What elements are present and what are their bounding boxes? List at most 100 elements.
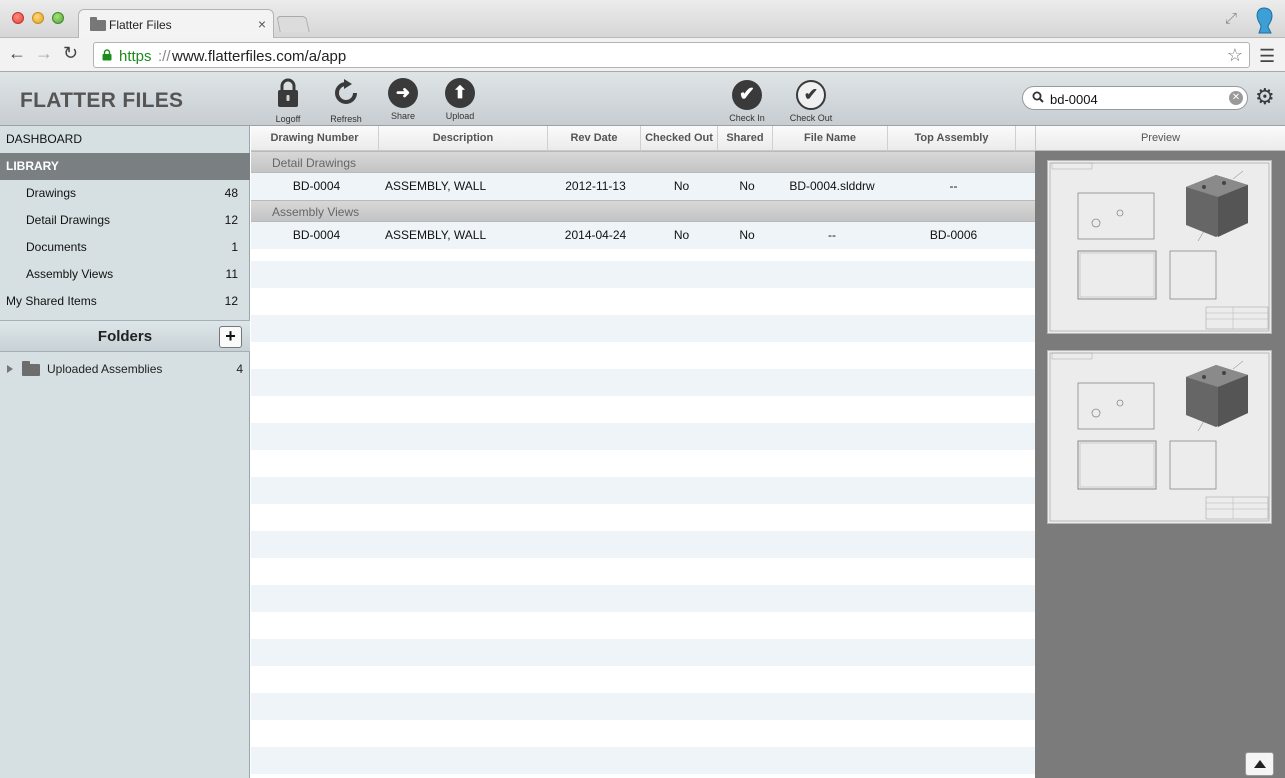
upload-label: Upload xyxy=(445,111,475,121)
new-tab-button[interactable] xyxy=(276,16,310,32)
cell-file-name: BD-0004.slddrw xyxy=(789,179,875,193)
cell-shared: No xyxy=(739,179,755,193)
checkmark-outline-icon: ✔ xyxy=(796,80,826,110)
column-header-description[interactable]: Description xyxy=(379,126,548,151)
cell-drawing-number: BD-0004 xyxy=(292,228,341,242)
sidebar-item-label: Assembly Views xyxy=(26,267,114,281)
group-header-assembly-views[interactable]: Assembly Views xyxy=(251,200,1035,222)
drawing-thumbnail-image xyxy=(1048,351,1271,523)
sidebar-item-drawings[interactable]: Drawings 48 xyxy=(0,180,250,207)
url-path: www.flatterfiles.com/a/app xyxy=(172,48,347,65)
browser-tab[interactable]: Flatter Files × xyxy=(78,9,274,39)
cell-rev-date: 2012-11-13 xyxy=(565,179,626,193)
preview-thumbnail[interactable] xyxy=(1047,160,1272,334)
cell-top-assembly: -- xyxy=(949,179,958,193)
share-label: Share xyxy=(390,111,416,121)
tab-title: Flatter Files xyxy=(109,18,172,32)
group-header-detail-drawings[interactable]: Detail Drawings xyxy=(251,151,1035,173)
sidebar-item-library[interactable]: LIBRARY xyxy=(0,153,250,180)
cell-description: ASSEMBLY, WALL xyxy=(385,179,487,193)
sidebar-item-label: My Shared Items xyxy=(6,294,97,308)
sidebar-item-count: 12 xyxy=(224,294,238,308)
cell-rev-date: 2014-04-24 xyxy=(564,228,627,242)
drawings-table: Drawing Number Description Rev Date Chec… xyxy=(251,126,1035,778)
checkmark-icon: ✔ xyxy=(732,80,762,110)
check-out-button[interactable]: ✔ Check Out xyxy=(786,80,836,123)
profile-icon[interactable] xyxy=(1253,6,1275,34)
forward-arrow-icon[interactable]: → xyxy=(35,43,53,64)
table-row[interactable]: BD-0004 ASSEMBLY, WALL 2014-04-24 No No … xyxy=(251,222,1035,249)
column-header-top-assembly[interactable]: Top Assembly xyxy=(888,126,1016,151)
folders-header: Folders + xyxy=(0,320,250,352)
address-bar[interactable]: https :// www.flatterfiles.com/a/app ☆ xyxy=(93,42,1250,68)
add-folder-button[interactable]: + xyxy=(219,326,242,348)
app-title: FLATTER FILES xyxy=(20,89,184,112)
cell-top-assembly: BD-0006 xyxy=(929,228,978,242)
back-arrow-icon[interactable]: ← xyxy=(8,43,26,64)
sidebar-item-count: 12 xyxy=(224,213,238,227)
folder-name: Uploaded Assemblies xyxy=(47,362,163,376)
search-input[interactable] xyxy=(1050,90,1225,108)
upload-button[interactable]: ⬆ Upload xyxy=(435,78,485,121)
folder-item-uploaded-assemblies[interactable]: Uploaded Assemblies 4 xyxy=(0,356,250,382)
preview-panel: Preview xyxy=(1035,126,1285,778)
cell-file-name: -- xyxy=(828,228,836,242)
sidebar-item-label: DASHBOARD xyxy=(6,132,83,146)
sidebar-item-label: Drawings xyxy=(26,186,77,200)
refresh-button[interactable]: Refresh xyxy=(321,78,371,124)
check-out-label: Check Out xyxy=(789,113,833,123)
column-header-drawing-number[interactable]: Drawing Number xyxy=(251,126,379,151)
check-in-button[interactable]: ✔ Check In xyxy=(722,80,772,123)
lock-icon xyxy=(102,49,112,61)
search-icon xyxy=(1032,91,1044,103)
column-header-file-name[interactable]: File Name xyxy=(773,126,888,151)
folder-icon xyxy=(22,361,40,376)
share-button[interactable]: ➜ Share xyxy=(378,78,428,121)
refresh-label: Refresh xyxy=(330,114,362,124)
gear-icon[interactable]: ⚙ xyxy=(1255,86,1275,108)
bookmark-star-icon[interactable]: ☆ xyxy=(1227,45,1243,66)
browser-toolbar: ← → ↻ https :// www.flatterfiles.com/a/a… xyxy=(0,38,1285,72)
group-title: Detail Drawings xyxy=(272,156,357,170)
close-window-button[interactable] xyxy=(12,12,24,24)
sidebar-item-count: 48 xyxy=(224,186,238,200)
logoff-button[interactable]: Logoff xyxy=(263,78,313,124)
sidebar-item-dashboard[interactable]: DASHBOARD xyxy=(0,126,250,153)
sidebar-item-detail-drawings[interactable]: Detail Drawings 12 xyxy=(0,207,250,234)
sidebar-item-my-shared-items[interactable]: My Shared Items 12 xyxy=(0,288,250,315)
folders-title: Folders xyxy=(97,328,153,345)
clear-search-icon[interactable]: ✕ xyxy=(1229,91,1243,105)
sidebar-item-assembly-views[interactable]: Assembly Views 11 xyxy=(0,261,250,288)
preview-title: Preview xyxy=(1035,126,1285,151)
zoom-window-button[interactable] xyxy=(52,12,64,24)
app-header: FLATTER FILES Logoff Refresh ➜ Share ⬆ U… xyxy=(0,72,1285,126)
check-in-label: Check In xyxy=(729,113,765,123)
sidebar-item-label: Documents xyxy=(26,240,87,254)
expand-triangle-icon[interactable] xyxy=(7,365,13,373)
browser-menu-icon[interactable]: ☰ xyxy=(1259,46,1275,67)
scroll-to-top-button[interactable] xyxy=(1245,752,1274,776)
column-header-shared[interactable]: Shared xyxy=(718,126,773,151)
sidebar-item-label: LIBRARY xyxy=(6,159,59,173)
tab-close-icon[interactable]: × xyxy=(258,16,266,32)
column-header-checked-out[interactable]: Checked Out xyxy=(641,126,718,151)
cell-shared: No xyxy=(739,228,755,242)
search-box: ✕ xyxy=(1022,86,1248,110)
minimize-window-button[interactable] xyxy=(32,12,44,24)
column-header-rev-date[interactable]: Rev Date xyxy=(548,126,641,151)
folder-icon xyxy=(90,17,106,31)
arrow-right-icon: ➜ xyxy=(388,78,418,108)
fullscreen-icon[interactable]: ⤢ xyxy=(1225,10,1237,27)
sidebar-item-documents[interactable]: Documents 1 xyxy=(0,234,250,261)
group-title: Assembly Views xyxy=(272,205,360,219)
sidebar-item-count: 1 xyxy=(231,240,238,254)
table-row[interactable]: BD-0004 ASSEMBLY, WALL 2012-11-13 No No … xyxy=(251,173,1035,200)
url-separator: :// xyxy=(158,48,171,65)
cell-checked-out: No xyxy=(673,228,690,242)
cell-checked-out: No xyxy=(673,179,690,193)
sidebar-item-label: Detail Drawings xyxy=(26,213,111,227)
browser-titlebar: Flatter Files × ⤢ xyxy=(0,0,1285,39)
reload-icon[interactable]: ↻ xyxy=(63,43,78,64)
lock-icon xyxy=(278,78,298,107)
preview-thumbnail[interactable] xyxy=(1047,350,1272,524)
